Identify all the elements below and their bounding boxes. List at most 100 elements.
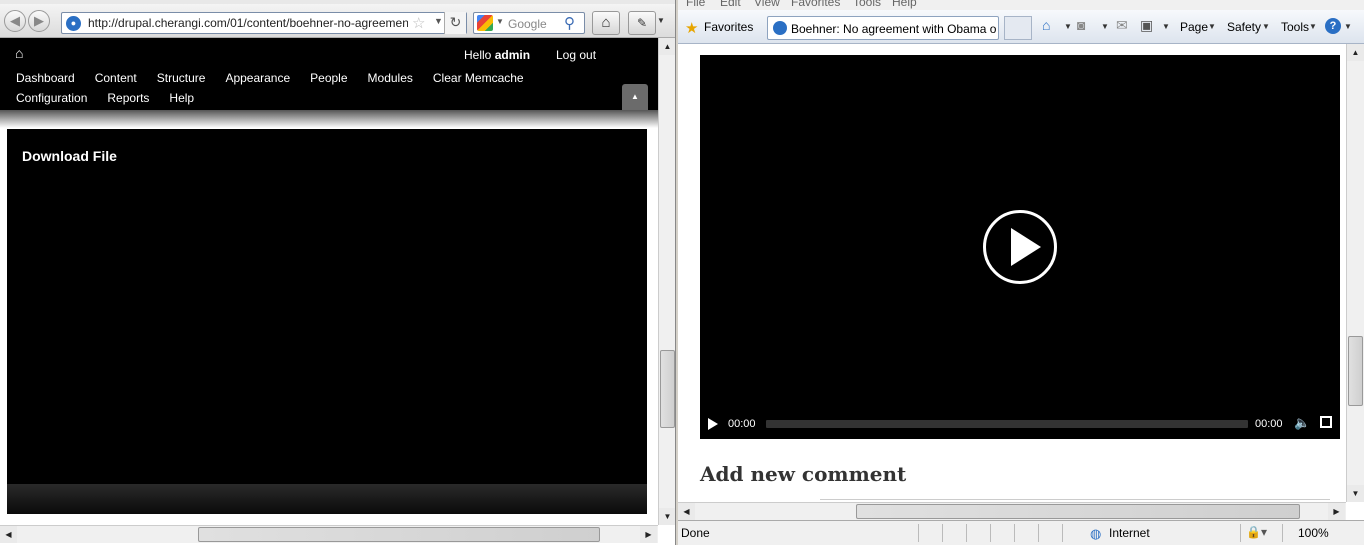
- browser-tab[interactable]: Boehner: No agreement with Obama on ...: [767, 16, 999, 40]
- vertical-scrollbar[interactable]: ▲ ▼: [658, 38, 675, 525]
- progress-track[interactable]: [766, 420, 1248, 428]
- status-text: Done: [681, 526, 710, 540]
- home-button[interactable]: ⌂: [592, 11, 620, 35]
- toolbar-shadow: [0, 110, 658, 128]
- reload-button[interactable]: ↻: [444, 12, 466, 34]
- menu-modules[interactable]: Modules: [368, 68, 413, 88]
- security-zone[interactable]: Internet: [1109, 526, 1150, 540]
- player-control-bar[interactable]: [7, 484, 647, 514]
- favorites-star-icon[interactable]: ★: [685, 19, 698, 37]
- scroll-right-icon[interactable]: ▶: [1328, 503, 1345, 520]
- addon-dropdown-icon[interactable]: ▼: [657, 16, 665, 25]
- print-icon[interactable]: ▣: [1140, 17, 1153, 34]
- magnifier-icon[interactable]: ⚲: [564, 14, 575, 32]
- status-divider: [966, 524, 988, 542]
- protected-mode-icon[interactable]: 🔒▾: [1246, 525, 1267, 539]
- scroll-left-icon[interactable]: ◀: [678, 503, 695, 520]
- scroll-thumb[interactable]: [660, 350, 675, 428]
- search-engine-dropdown-icon[interactable]: ▼: [496, 17, 504, 26]
- help-icon[interactable]: ?: [1325, 18, 1341, 34]
- menu-view[interactable]: View: [754, 0, 780, 9]
- tools-dropdown-icon[interactable]: ▼: [1309, 22, 1317, 31]
- url-dropdown-icon[interactable]: ▼: [434, 16, 443, 26]
- scroll-up-icon[interactable]: ▲: [659, 38, 675, 55]
- menu-content[interactable]: Content: [95, 68, 137, 88]
- scroll-left-icon[interactable]: ◀: [0, 526, 17, 543]
- safety-menu[interactable]: Safety: [1227, 20, 1261, 34]
- print-dropdown-icon[interactable]: ▼: [1162, 22, 1170, 31]
- video-player-left[interactable]: Download File: [7, 129, 647, 514]
- menu-bar: File Edit View Favorites Tools Help: [678, 0, 1364, 10]
- zoom-level[interactable]: 100%: [1298, 526, 1329, 540]
- menu-structure[interactable]: Structure: [157, 68, 206, 88]
- page-menu[interactable]: Page: [1180, 20, 1208, 34]
- home-icon[interactable]: ⌂: [15, 45, 23, 61]
- volume-icon[interactable]: 🔈: [1294, 415, 1310, 431]
- status-divider: [1038, 524, 1060, 542]
- play-pause-button[interactable]: [708, 418, 718, 430]
- big-play-button[interactable]: [983, 210, 1057, 284]
- logout-link[interactable]: Log out: [556, 48, 596, 62]
- scroll-up-icon[interactable]: ▲: [1347, 44, 1364, 61]
- menu-clear-memcache[interactable]: Clear Memcache: [433, 68, 524, 88]
- scroll-thumb[interactable]: [1348, 336, 1363, 406]
- new-tab-button[interactable]: [1004, 16, 1032, 40]
- menu-file[interactable]: File: [686, 0, 705, 9]
- duration: 00:00: [1255, 418, 1283, 430]
- menu-tools[interactable]: Tools: [853, 0, 881, 9]
- safety-dropdown-icon[interactable]: ▼: [1262, 22, 1270, 31]
- bookmark-star-icon[interactable]: ☆: [412, 14, 425, 32]
- current-time: 00:00: [728, 418, 756, 430]
- status-bar: Done ◍ Internet 🔒▾ 100%: [678, 520, 1364, 545]
- home-icon[interactable]: ⌂: [1042, 17, 1050, 33]
- add-comment-heading: Add new comment: [700, 462, 907, 486]
- admin-menu: Dashboard Content Structure Appearance Peopl…: [16, 68, 576, 108]
- scroll-right-icon[interactable]: ▶: [640, 526, 657, 543]
- tools-menu[interactable]: Tools: [1281, 20, 1309, 34]
- menu-configuration[interactable]: Configuration: [16, 88, 87, 108]
- menu-people[interactable]: People: [310, 68, 347, 88]
- addon-button[interactable]: ✎: [628, 11, 656, 35]
- scroll-thumb[interactable]: [856, 504, 1300, 519]
- status-divider: [990, 524, 1012, 542]
- mail-icon[interactable]: ✉: [1116, 17, 1128, 34]
- rss-dropdown-icon[interactable]: ▼: [1101, 22, 1109, 31]
- greeting-prefix: Hello: [464, 48, 495, 62]
- url-bar[interactable]: ● http://drupal.cherangi.com/01/content/…: [61, 12, 467, 34]
- vertical-scrollbar[interactable]: ▲ ▼: [1346, 44, 1364, 502]
- tab-title[interactable]: Boehner: No agreement with Obama on ...: [791, 22, 996, 36]
- play-icon: [1011, 228, 1041, 266]
- scroll-down-icon[interactable]: ▼: [659, 508, 675, 525]
- scroll-thumb[interactable]: [198, 527, 600, 542]
- toolbar-toggle-button[interactable]: ▲: [622, 84, 648, 110]
- username-link[interactable]: admin: [495, 48, 530, 62]
- download-file-link[interactable]: Download File: [22, 148, 117, 164]
- menu-reports[interactable]: Reports: [107, 88, 149, 108]
- menu-help[interactable]: Help: [169, 88, 194, 108]
- desktop: ◀ ▶ ● http://drupal.cherangi.com/01/cont…: [0, 0, 1364, 545]
- help-dropdown-icon[interactable]: ▼: [1344, 22, 1352, 31]
- favorites-button[interactable]: Favorites: [704, 20, 753, 34]
- url-text[interactable]: http://drupal.cherangi.com/01/content/bo…: [88, 16, 408, 32]
- fullscreen-icon[interactable]: [1320, 416, 1332, 428]
- ie-page: 00:00 00:00 🔈 Add new comment: [678, 44, 1346, 502]
- menu-help[interactable]: Help: [892, 0, 917, 9]
- menu-favorites[interactable]: Favorites: [791, 0, 840, 9]
- globe-icon: ◍: [1090, 526, 1102, 541]
- video-player-right[interactable]: 00:00 00:00 🔈: [700, 55, 1340, 439]
- scroll-down-icon[interactable]: ▼: [1347, 485, 1364, 502]
- home-dropdown-icon[interactable]: ▼: [1064, 22, 1072, 31]
- back-button[interactable]: ◀: [4, 10, 26, 32]
- rss-feed-icon[interactable]: ◙: [1077, 17, 1085, 33]
- menu-edit[interactable]: Edit: [720, 0, 741, 9]
- horizontal-scrollbar[interactable]: ◀ ▶: [0, 525, 658, 543]
- search-box[interactable]: ▼ Google ⚲: [473, 12, 585, 34]
- horizontal-scrollbar[interactable]: ◀ ▶: [678, 502, 1346, 520]
- menu-appearance[interactable]: Appearance: [225, 68, 290, 88]
- navigation-toolbar: ◀ ▶ ● http://drupal.cherangi.com/01/cont…: [0, 4, 675, 38]
- page-dropdown-icon[interactable]: ▼: [1208, 22, 1216, 31]
- google-icon[interactable]: [477, 15, 493, 31]
- search-input[interactable]: Google: [508, 17, 547, 31]
- menu-dashboard[interactable]: Dashboard: [16, 68, 75, 88]
- forward-button[interactable]: ▶: [28, 10, 50, 32]
